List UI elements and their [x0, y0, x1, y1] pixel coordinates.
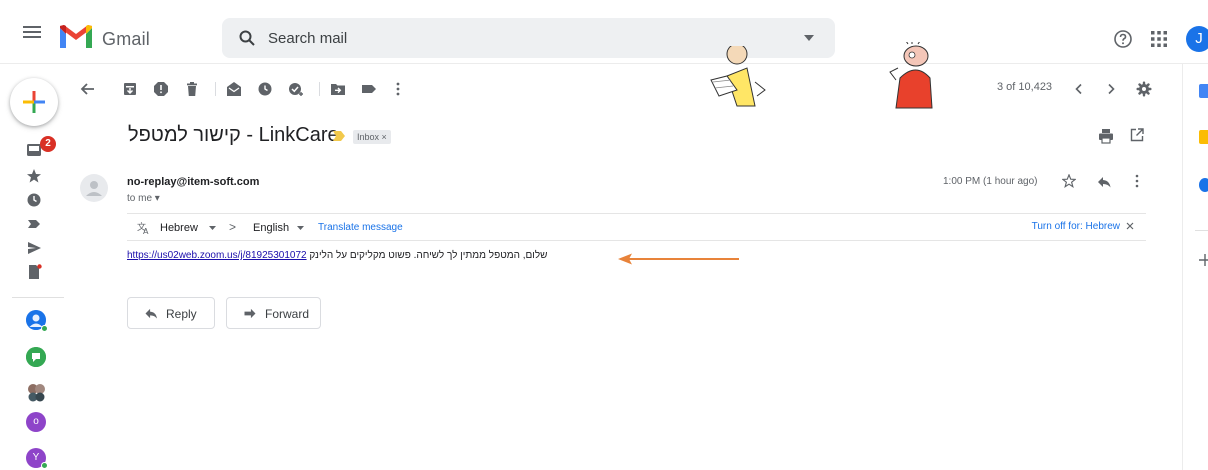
recipient-details[interactable]: to me ▾ [127, 193, 160, 204]
side-panel-rail [1182, 64, 1208, 470]
pager-count: 3 of 10,423 [997, 81, 1053, 93]
online-status-dot [41, 462, 48, 469]
clock-icon[interactable] [26, 192, 42, 208]
forward-label: Forward [265, 307, 310, 321]
message-body: שלום, המטפל ממתין לך לשיחה. פשוט מקליקים… [127, 250, 605, 261]
keep-icon[interactable] [1199, 130, 1208, 144]
doodle-figure-left [710, 46, 766, 107]
reply-icon[interactable] [1097, 176, 1111, 188]
search-input[interactable]: Search mail [268, 30, 347, 47]
add-addon-icon[interactable] [1199, 254, 1208, 266]
sender-email[interactable]: no-replay@item-soft.com [127, 176, 259, 188]
inbox-unread-badge: 2 [40, 136, 56, 152]
message-more-icon[interactable] [1134, 174, 1140, 188]
help-icon[interactable] [1113, 29, 1133, 49]
prev-icon[interactable] [1071, 81, 1087, 97]
top-bar: Gmail Search mail J [0, 0, 1208, 64]
archive-icon[interactable] [122, 81, 138, 97]
next-icon[interactable] [1103, 81, 1119, 97]
forward-button[interactable]: Forward [226, 297, 321, 329]
chevron-down-icon[interactable] [297, 226, 304, 230]
rail-divider [12, 297, 64, 298]
forward-icon [243, 308, 257, 319]
compose-icon [23, 91, 45, 113]
tasks-icon[interactable] [1199, 178, 1208, 192]
reply-button[interactable]: Reply [127, 297, 215, 329]
more-icon[interactable] [390, 81, 406, 97]
translate-bar: 文A Hebrew > English Translate message Tu… [127, 213, 1146, 241]
hangouts-chat-icon[interactable] [26, 347, 46, 367]
reply-icon [144, 308, 158, 319]
snooze-icon[interactable] [257, 81, 273, 97]
important-icon[interactable] [26, 216, 42, 232]
app-name: Gmail [102, 29, 151, 49]
report-spam-icon[interactable] [153, 81, 169, 97]
group-avatar[interactable] [26, 382, 46, 402]
message-toolbar: 3 of 10,423 [70, 42, 1174, 110]
send-icon[interactable] [26, 240, 42, 256]
drafts-icon[interactable] [26, 264, 42, 280]
reply-label: Reply [166, 307, 197, 321]
star-message-icon[interactable] [1062, 174, 1076, 188]
search-options-icon[interactable] [804, 35, 814, 41]
left-rail: 2 o Y [0, 64, 70, 470]
apps-icon[interactable] [1150, 30, 1168, 48]
add-task-icon[interactable] [288, 81, 304, 97]
source-language-select[interactable]: Hebrew [160, 222, 198, 234]
doodle-figure-right [889, 42, 933, 109]
star-icon[interactable] [26, 168, 42, 184]
toolbar-divider [319, 82, 320, 96]
popout-icon[interactable] [1130, 128, 1144, 142]
importance-marker-icon[interactable] [333, 131, 345, 141]
delete-icon[interactable] [184, 81, 200, 97]
online-status-dot [41, 325, 48, 332]
translate-arrow: > [229, 220, 237, 234]
print-icon[interactable] [1098, 128, 1114, 144]
rail-divider [1195, 230, 1208, 231]
sender-avatar[interactable] [80, 174, 108, 202]
mark-unread-icon[interactable] [226, 81, 242, 97]
settings-icon[interactable] [1136, 81, 1152, 97]
translate-icon: 文A [137, 221, 150, 234]
annotation-arrow [618, 253, 739, 265]
compose-button[interactable] [10, 78, 58, 126]
search-icon[interactable] [238, 29, 256, 47]
contact-avatar-o[interactable]: o [26, 412, 46, 432]
calendar-icon[interactable] [1199, 84, 1208, 98]
move-to-icon[interactable] [330, 81, 346, 97]
label-icon[interactable] [361, 81, 377, 97]
account-avatar[interactable]: J [1186, 26, 1208, 52]
translate-message-link[interactable]: Translate message [318, 222, 403, 233]
body-text: שלום, המטפל ממתין לך לשיחה. פשוט מקליקים… [309, 250, 548, 261]
turn-off-translation-link[interactable]: Turn off for: Hebrew [1032, 221, 1120, 232]
chevron-down-icon[interactable] [209, 226, 216, 230]
message-time: 1:00 PM (1 hour ago) [943, 176, 1038, 187]
toolbar-divider [215, 82, 216, 96]
back-icon[interactable] [80, 81, 96, 97]
target-language-select[interactable]: English [253, 222, 289, 234]
menu-icon[interactable] [20, 20, 44, 44]
close-icon[interactable] [1126, 222, 1134, 230]
message-subject: קישור למטפל - LinkCare [128, 124, 339, 146]
gmail-logo[interactable] [58, 24, 94, 50]
inbox-label-chip[interactable]: Inbox × [353, 130, 391, 144]
svg-text:A: A [143, 227, 149, 234]
zoom-meeting-link[interactable]: https://us02web.zoom.us/j/81925301072 [127, 250, 307, 261]
